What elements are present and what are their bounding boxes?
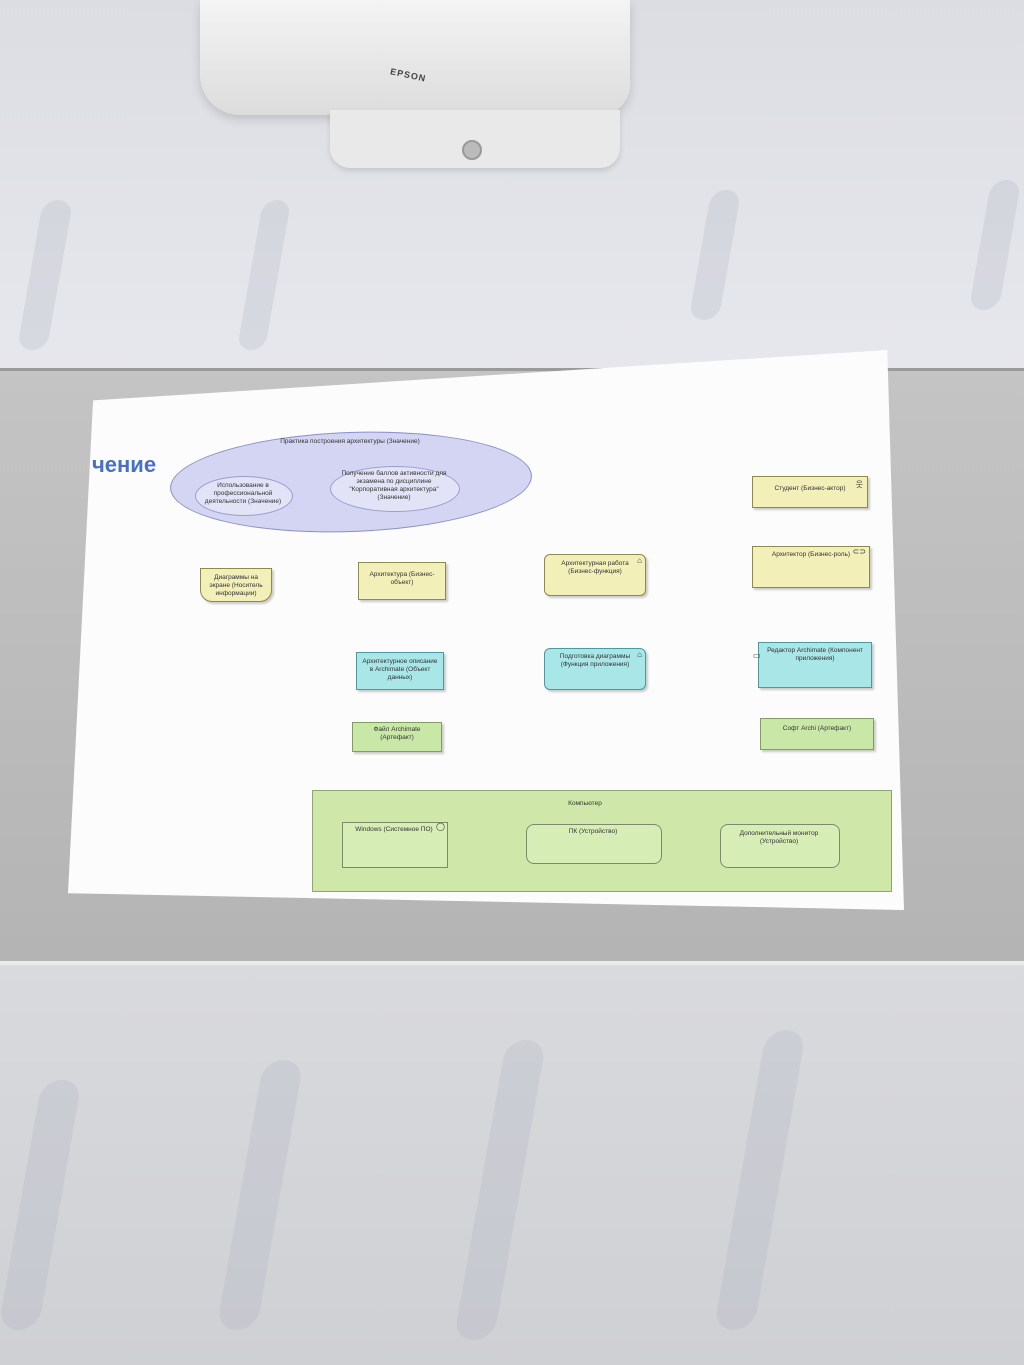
diagrams-on-screen-label: Диаграммы на экране (Носитель информации… xyxy=(209,574,263,598)
monitor-device-label: Дополнительный монитор (Устройство) xyxy=(739,830,819,846)
archi-software-element: Софт Archi (Артефакт) xyxy=(760,718,874,750)
actor-icon: 웃 xyxy=(855,480,863,489)
role-icon: ⊂⊃ xyxy=(852,547,866,556)
value-group-title: Практика построения архитектуры (Значени… xyxy=(280,438,420,445)
projector: EPSON xyxy=(200,0,630,170)
diagram-preparation-element: Подготовка диаграммы (Функция приложения… xyxy=(544,648,646,690)
archimate-file-label: Файл Archimate (Артефакт) xyxy=(373,726,421,742)
component-icon: ▭ xyxy=(753,651,761,660)
pc-device-label: ПК (Устройство) xyxy=(568,828,618,835)
archi-software-label: Софт Archi (Артефакт) xyxy=(782,725,852,732)
value-2-label: Получение баллов активности для экзамена… xyxy=(341,470,447,502)
architect-role-element: Архитектор (Бизнес-роль) ⊂⊃ xyxy=(752,546,870,588)
architect-role-label: Архитектор (Бизнес-роль) xyxy=(771,551,851,558)
architecture-object-element: Архитектура (Бизнес-объект) xyxy=(358,562,446,600)
value-1-label: Использование в профессиональной деятель… xyxy=(204,482,282,506)
wall-stripe xyxy=(16,200,74,350)
architecture-work-element: Архитектурная работа (Бизнес-функция) ⌂ xyxy=(544,554,646,596)
diagrams-on-screen-element: Диаграммы на экране (Носитель информации… xyxy=(200,568,272,602)
computer-node-title: Компьютер xyxy=(568,800,602,807)
wall-stripe xyxy=(216,1060,304,1330)
archimate-file-element: Файл Archimate (Артефакт) xyxy=(352,722,442,752)
archimate-editor-element: Редактор Archimate (Компонент приложения… xyxy=(753,642,872,688)
projector-body xyxy=(200,0,630,115)
wall-stripe xyxy=(713,1030,807,1330)
business-function-icon: ⌂ xyxy=(637,556,642,565)
wall-stripe xyxy=(0,1080,83,1330)
wall-stripe xyxy=(236,200,292,350)
application-function-icon: ⌂ xyxy=(637,650,642,659)
student-actor-element: Студент (Бизнес-актор) 웃 xyxy=(752,476,868,508)
student-actor-label: Студент (Бизнес-актор) xyxy=(774,485,846,492)
architecture-object-label: Архитектура (Бизнес-объект) xyxy=(369,571,435,587)
architecture-work-label: Архитектурная работа (Бизнес-функция) xyxy=(561,560,629,576)
archimate-description-label: Архитектурное описание в Archimate (Объе… xyxy=(362,658,438,682)
wall-stripe xyxy=(453,1040,547,1340)
wall-stripe xyxy=(688,190,742,320)
system-software-icon: ◯ xyxy=(436,822,445,831)
projector-lens xyxy=(462,140,482,160)
diagram-preparation-label: Подготовка диаграммы (Функция приложения… xyxy=(559,653,631,669)
windows-system-software-label: Windows (Системное ПО) xyxy=(355,826,433,833)
archimate-description-element: Архитектурное описание в Archimate (Объе… xyxy=(356,652,444,690)
wall-stripe xyxy=(968,180,1022,310)
archimate-editor-label: Редактор Archimate (Компонент приложения… xyxy=(767,647,863,663)
slide-heading: чение xyxy=(92,452,157,477)
